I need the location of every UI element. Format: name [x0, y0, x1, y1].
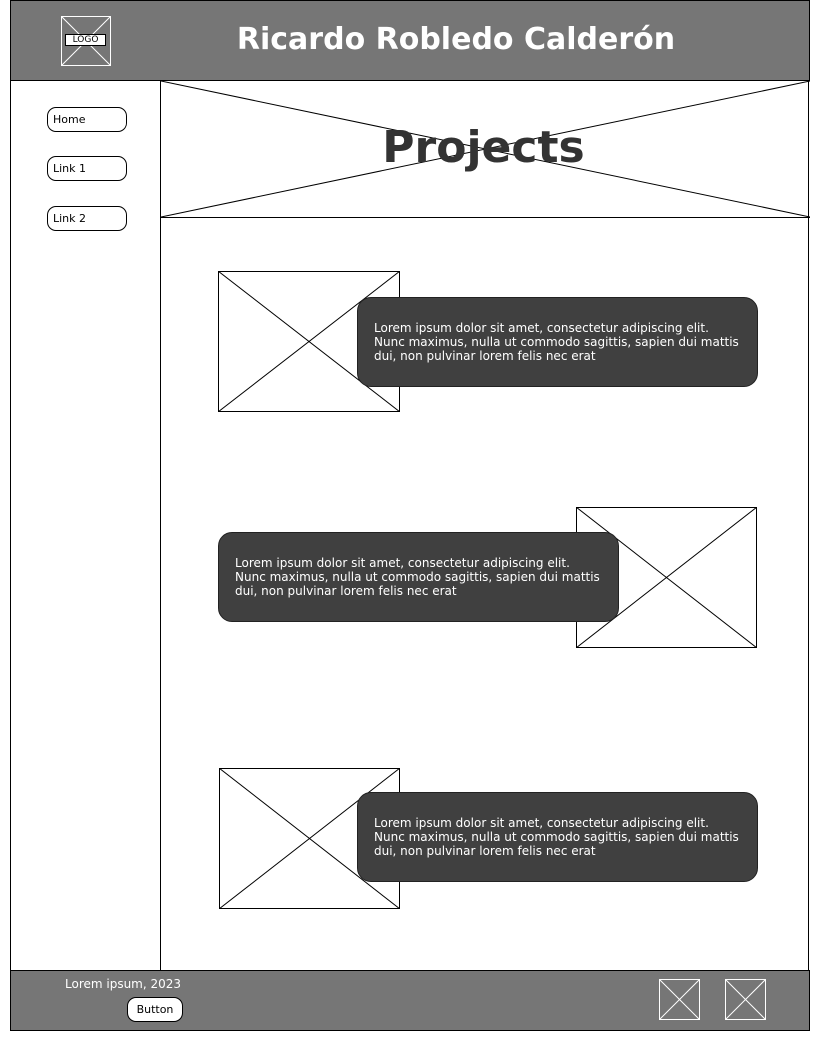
sidebar-item-link-1[interactable]: Link 1	[47, 156, 127, 181]
project-1-description: Lorem ipsum dolor sit amet, consectetur …	[357, 297, 758, 387]
social-link-2[interactable]	[724, 978, 767, 1021]
logo-label: LOGO	[65, 34, 106, 46]
site-title: Ricardo Robledo Calderón	[236, 22, 676, 57]
social-placeholder-icon	[724, 978, 767, 1021]
page-title-text: Projects	[382, 122, 585, 173]
project-3-description: Lorem ipsum dolor sit amet, consectetur …	[357, 792, 758, 882]
sidebar-item-home[interactable]: Home	[47, 107, 127, 132]
logo[interactable]: LOGO	[60, 15, 112, 67]
page-title: Projects	[161, 81, 810, 218]
social-link-1[interactable]	[658, 978, 701, 1021]
social-placeholder-icon	[658, 978, 701, 1021]
banner: Projects	[161, 81, 810, 218]
sidebar-item-link-2[interactable]: Link 2	[47, 206, 127, 231]
site-footer: Lorem ipsum, 2023 Button	[10, 970, 810, 1031]
sidebar: Home Link 1 Link 2	[10, 80, 161, 971]
footer-copyright: Lorem ipsum, 2023	[65, 977, 182, 991]
site-header: LOGO Ricardo Robledo Calderón	[10, 0, 810, 81]
footer-button[interactable]: Button	[127, 997, 183, 1022]
project-2-description: Lorem ipsum dolor sit amet, consectetur …	[218, 532, 619, 622]
